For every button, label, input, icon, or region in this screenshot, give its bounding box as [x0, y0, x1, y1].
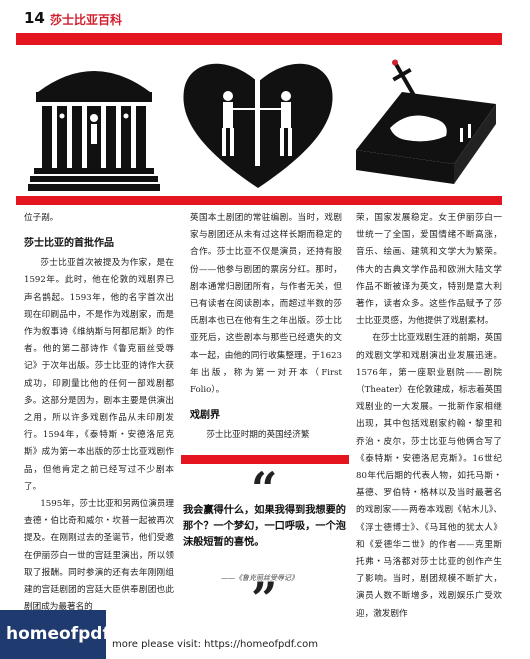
site-badge[interactable]: homeofpdf.com — [0, 610, 155, 659]
article-column-3: 荣，国家发展稳定。女王伊丽莎白一世统一了全国，爱国情绪不断高涨，音乐、绘画、建筑… — [356, 210, 502, 623]
top-red-bar — [16, 33, 502, 45]
paragraph: 位子剐。 — [24, 213, 59, 223]
page-header-title: 莎士比亚百科 — [50, 13, 123, 27]
paragraph: 1595年，莎士比亚和另两位演员理查德・伯比奇和威尔・坎普一起被再次提及。在刚刚… — [24, 499, 174, 613]
visit-link[interactable]: more please visit: https://homeofpdf.com — [112, 639, 318, 650]
quote-text: 我会赢得什么，如果我得到我想要的那个？一个梦幻，一口呼吸，一个泡沫般短暂的喜悦。 — [183, 505, 346, 548]
temple-icon — [28, 71, 160, 191]
article-column-2: 英国本土剧团的常驻编剧。当时，戏剧家与剧团还从未有过这样长期而稳定的合作。莎士比… — [190, 210, 342, 444]
section-heading: 戏剧界 — [190, 410, 220, 422]
page-number: 14 — [24, 9, 45, 27]
section-heading: 莎士比亚的首批作品 — [24, 238, 114, 250]
tombstone-dagger-icon — [356, 59, 496, 184]
paragraph: 莎士比亚首次被提及为作家，是在1592年。此时，他在伦敦的戏剧界已声名鹊起。15… — [24, 258, 174, 492]
paragraph: 英国本土剧团的常驻编剧。当时，戏剧家与剧团还从未有过这样长期而稳定的合作。莎士比… — [190, 213, 342, 396]
heart-swordfight-icon — [183, 63, 333, 188]
mid-red-bar — [16, 196, 502, 205]
paragraph: 莎士比亚时期的英国经济繁 — [206, 430, 310, 441]
article-column-1: 位子剐。 莎士比亚的首批作品 莎士比亚首次被提及为作家，是在1592年。此时，他… — [24, 210, 174, 616]
close-quote-mark: ” — [251, 572, 278, 626]
paragraph: 在莎士比亚戏剧生涯的前期，英国的戏剧文学和戏剧演出业发展迅速。1576年，第一座… — [356, 333, 502, 619]
pull-quote: “ 我会赢得什么，如果我得到我想要的那个？一个梦幻，一口呼吸，一个泡沫般短暂的喜… — [181, 455, 349, 622]
paragraph: 荣，国家发展稳定。女王伊丽莎白一世统一了全国，爱国情绪不断高涨，音乐、绘画、建筑… — [356, 213, 502, 327]
